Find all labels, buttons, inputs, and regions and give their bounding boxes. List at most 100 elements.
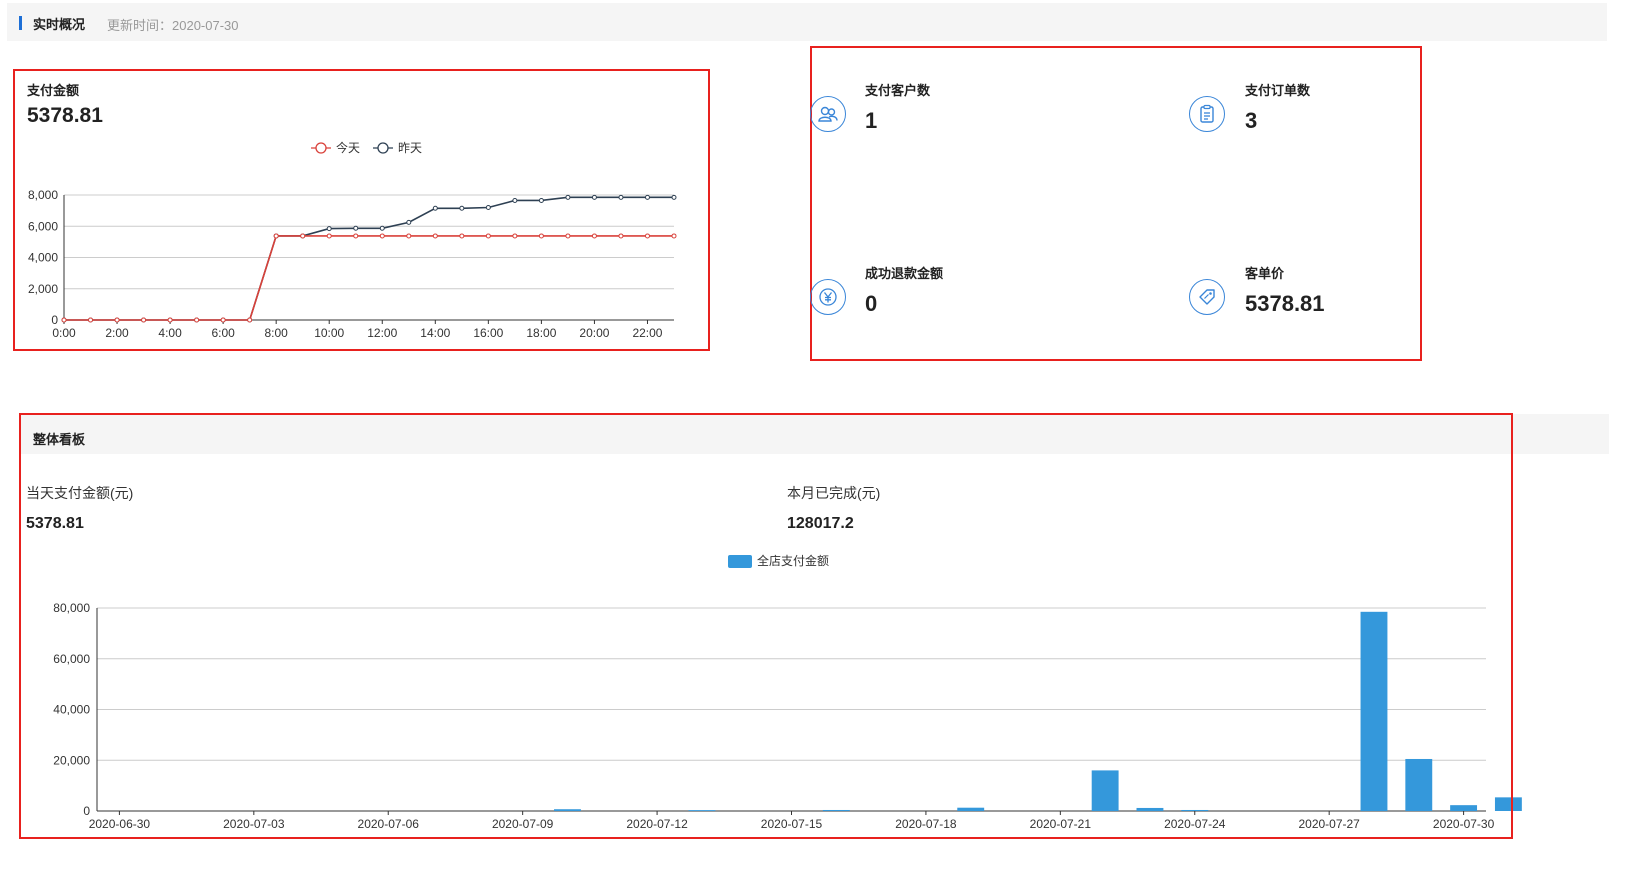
- legend-marker: [315, 142, 327, 154]
- realtime-header: 实时概况 更新时间：2020-07-30: [7, 3, 1607, 41]
- stats-panel: 支付客户数 1 支付订单数 3 成功退款金额 0 客单价 5378.81: [810, 46, 1422, 361]
- data-point: [379, 233, 385, 239]
- data-point: [326, 226, 332, 232]
- x-tick-label: 2020-06-30: [89, 817, 151, 831]
- bar-2020-07-28: [1360, 611, 1388, 811]
- bar-2020-07-10: [554, 809, 581, 811]
- x-tick-label: 2020-07-06: [358, 817, 420, 831]
- unit-price-value: 5378.81: [1245, 291, 1325, 316]
- x-tick-label: 18:00: [526, 326, 556, 340]
- x-tick-label: 0:00: [52, 326, 76, 340]
- users-icon: [810, 96, 846, 132]
- data-point: [618, 194, 624, 200]
- data-point: [220, 317, 226, 323]
- x-tick-label: 6:00: [211, 326, 235, 340]
- y-tick-label: 0: [83, 804, 90, 818]
- data-point: [141, 317, 147, 323]
- data-point: [591, 233, 597, 239]
- refund-label: 成功退款金额: [865, 266, 944, 281]
- bar-undefined: [1494, 797, 1522, 811]
- y-tick-label: 2,000: [28, 282, 58, 296]
- refund-value: 0: [865, 291, 878, 316]
- x-tick-label: 4:00: [158, 326, 182, 340]
- legend-label: 昨天: [398, 141, 422, 155]
- data-point: [326, 233, 332, 239]
- month-done-label: 本月已完成(元): [787, 485, 881, 501]
- data-point: [432, 233, 438, 239]
- legend-marker: [377, 142, 389, 154]
- y-tick-label: 8,000: [28, 188, 58, 202]
- bar-2020-07-30: [1450, 805, 1478, 811]
- y-tick-label: 0: [51, 313, 58, 327]
- data-point: [406, 233, 412, 239]
- data-point: [512, 197, 518, 203]
- hourly-pay-line-chart: 今天 昨天 0 2,000 4,000 6,000 8,000 0:00 2:00 4:00 6:0…: [28, 140, 677, 340]
- y-tick-label: 60,000: [53, 652, 90, 666]
- x-tick-label: 2020-07-12: [626, 817, 688, 831]
- data-point: [353, 233, 359, 239]
- data-point: [353, 225, 359, 231]
- x-tick-label: 2:00: [105, 326, 129, 340]
- bar-2020-07-13: [688, 810, 716, 811]
- data-point: [167, 317, 173, 323]
- data-point: [61, 317, 67, 323]
- board-title: 整体看板: [33, 432, 86, 447]
- daily-pay-bar-chart: 全店支付金额 0 20,000 40,000 60,000 80,000 2020-06-3…: [53, 553, 1522, 831]
- x-tick-label: 14:00: [420, 326, 450, 340]
- data-point: [538, 233, 544, 239]
- series-line-昨天: [64, 196, 674, 321]
- pay-amount-card: 支付金额 5378.81 今天 昨天 0 2,000 4,000 6,000 8,000 0:…: [13, 69, 710, 351]
- customers-label: 支付客户数: [865, 83, 931, 98]
- x-tick-label: 2020-07-18: [895, 817, 957, 831]
- data-point: [432, 205, 438, 211]
- x-tick-label: 20:00: [579, 326, 609, 340]
- bar-2020-07-19: [957, 807, 985, 811]
- x-tick-label: 12:00: [367, 326, 397, 340]
- yen-icon: [810, 279, 846, 315]
- y-tick-label: 20,000: [53, 753, 90, 767]
- data-point: [485, 233, 491, 239]
- bar-2020-07-16: [822, 809, 850, 811]
- data-point: [644, 194, 650, 200]
- data-point: [565, 194, 571, 200]
- x-tick-label: 2020-07-24: [1164, 817, 1226, 831]
- clipboard-icon: [1189, 96, 1225, 132]
- data-point: [88, 317, 94, 323]
- data-point: [406, 219, 412, 225]
- orders-label: 支付订单数: [1245, 83, 1311, 98]
- data-point: [459, 233, 465, 239]
- y-tick-label: 6,000: [28, 219, 58, 233]
- data-point: [114, 317, 120, 323]
- legend-label: 全店支付金额: [757, 553, 829, 568]
- legend-swatch: [728, 555, 752, 568]
- y-tick-label: 40,000: [53, 703, 90, 717]
- x-tick-label: 2020-07-03: [223, 817, 285, 831]
- data-point: [538, 197, 544, 203]
- data-point: [565, 233, 571, 239]
- y-tick-label: 80,000: [53, 601, 90, 615]
- x-tick-label: 2020-07-09: [492, 817, 554, 831]
- data-point: [512, 233, 518, 239]
- accent-bar: [19, 16, 22, 30]
- y-tick-label: 4,000: [28, 251, 58, 265]
- x-tick-label: 2020-07-30: [1433, 817, 1495, 831]
- bar-2020-07-29: [1405, 758, 1433, 811]
- board-header: 整体看板: [21, 414, 1609, 454]
- data-point: [671, 194, 677, 200]
- today-pay-value: 5378.81: [26, 515, 84, 532]
- x-tick-label: 8:00: [264, 326, 288, 340]
- data-point: [459, 205, 465, 211]
- x-tick-label: 10:00: [314, 326, 344, 340]
- today-pay-label: 当天支付金额(元): [26, 485, 134, 501]
- x-tick-label: 2020-07-15: [761, 817, 823, 831]
- tag-icon: [1189, 279, 1225, 315]
- data-point: [671, 233, 677, 239]
- data-point: [591, 194, 597, 200]
- data-point: [194, 317, 200, 323]
- customers-value: 1: [865, 108, 878, 133]
- bar-2020-07-24: [1181, 809, 1209, 811]
- data-point: [273, 233, 279, 239]
- data-point: [300, 233, 306, 239]
- data-point: [247, 317, 253, 323]
- x-tick-label: 2020-07-21: [1030, 817, 1092, 831]
